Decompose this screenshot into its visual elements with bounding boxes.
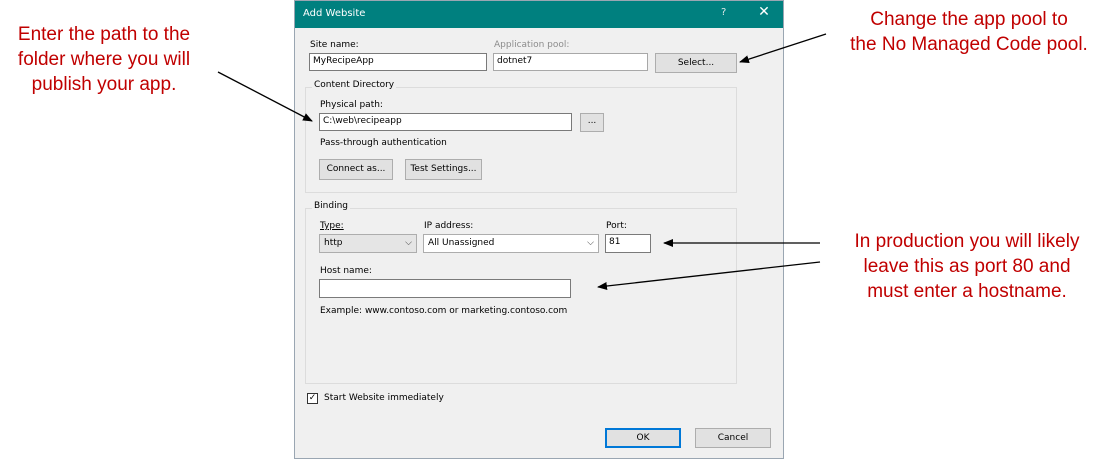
host-name-label: Host name: [320,266,372,276]
ok-button[interactable]: OK [605,428,681,448]
annotation-left: Enter the path to the folder where you w… [0,22,208,97]
site-name-label: Site name: [310,40,359,50]
physical-path-input[interactable]: C:\web\recipeapp [319,113,572,131]
ip-address-label: IP address: [424,221,474,231]
annotation-line: folder where you will [17,49,191,70]
annotation-line: In production you will likely [854,231,1080,252]
annotation-bottom-right: In production you will likely leave this… [826,229,1108,304]
annotation-line: Change the app pool to [870,9,1068,30]
type-label: Type: [320,221,344,231]
close-button[interactable]: ✕ [755,4,773,20]
content-directory-title: Content Directory [312,80,397,90]
site-name-input[interactable]: MyRecipeApp [309,53,487,71]
port-label: Port: [606,221,627,231]
title-bar: Add Website ? ✕ [295,1,783,28]
host-name-input[interactable] [319,279,571,298]
ip-address-value: All Unassigned [428,238,495,248]
annotation-line: leave this as port 80 and [863,256,1071,277]
test-settings-button[interactable]: Test Settings... [405,159,482,180]
type-select[interactable]: http ⌵ [319,234,417,253]
annotation-line: must enter a hostname. [867,281,1067,302]
chevron-down-icon: ⌵ [587,238,594,248]
browse-button[interactable]: ... [580,113,604,132]
help-button[interactable]: ? [721,7,726,18]
port-input[interactable]: 81 [605,234,651,253]
start-website-checkbox[interactable]: ✓ [307,393,318,404]
add-website-dialog: Add Website ? ✕ Site name: MyRecipeApp A… [294,0,784,459]
start-website-label: Start Website immediately [324,393,444,403]
select-app-pool-button[interactable]: Select... [655,53,737,73]
type-value: http [324,238,343,248]
checkmark-icon: ✓ [308,393,317,403]
physical-path-label: Physical path: [320,100,383,110]
ip-address-select[interactable]: All Unassigned ⌵ [423,234,599,253]
connect-as-button[interactable]: Connect as... [319,159,393,180]
chevron-down-icon: ⌵ [405,238,412,248]
example-text: Example: www.contoso.com or marketing.co… [320,306,568,316]
dialog-title: Add Website [303,8,366,19]
annotation-line: publish your app. [31,74,177,95]
app-pool-input: dotnet7 [493,53,648,71]
cancel-button[interactable]: Cancel [695,428,771,448]
pass-through-label: Pass-through authentication [320,138,447,148]
app-pool-label: Application pool: [494,40,570,50]
annotation-line: the No Managed Code pool. [850,34,1088,55]
annotation-top-right: Change the app pool to the No Managed Co… [834,7,1104,57]
binding-title: Binding [312,201,351,211]
annotation-line: Enter the path to the [17,24,191,45]
